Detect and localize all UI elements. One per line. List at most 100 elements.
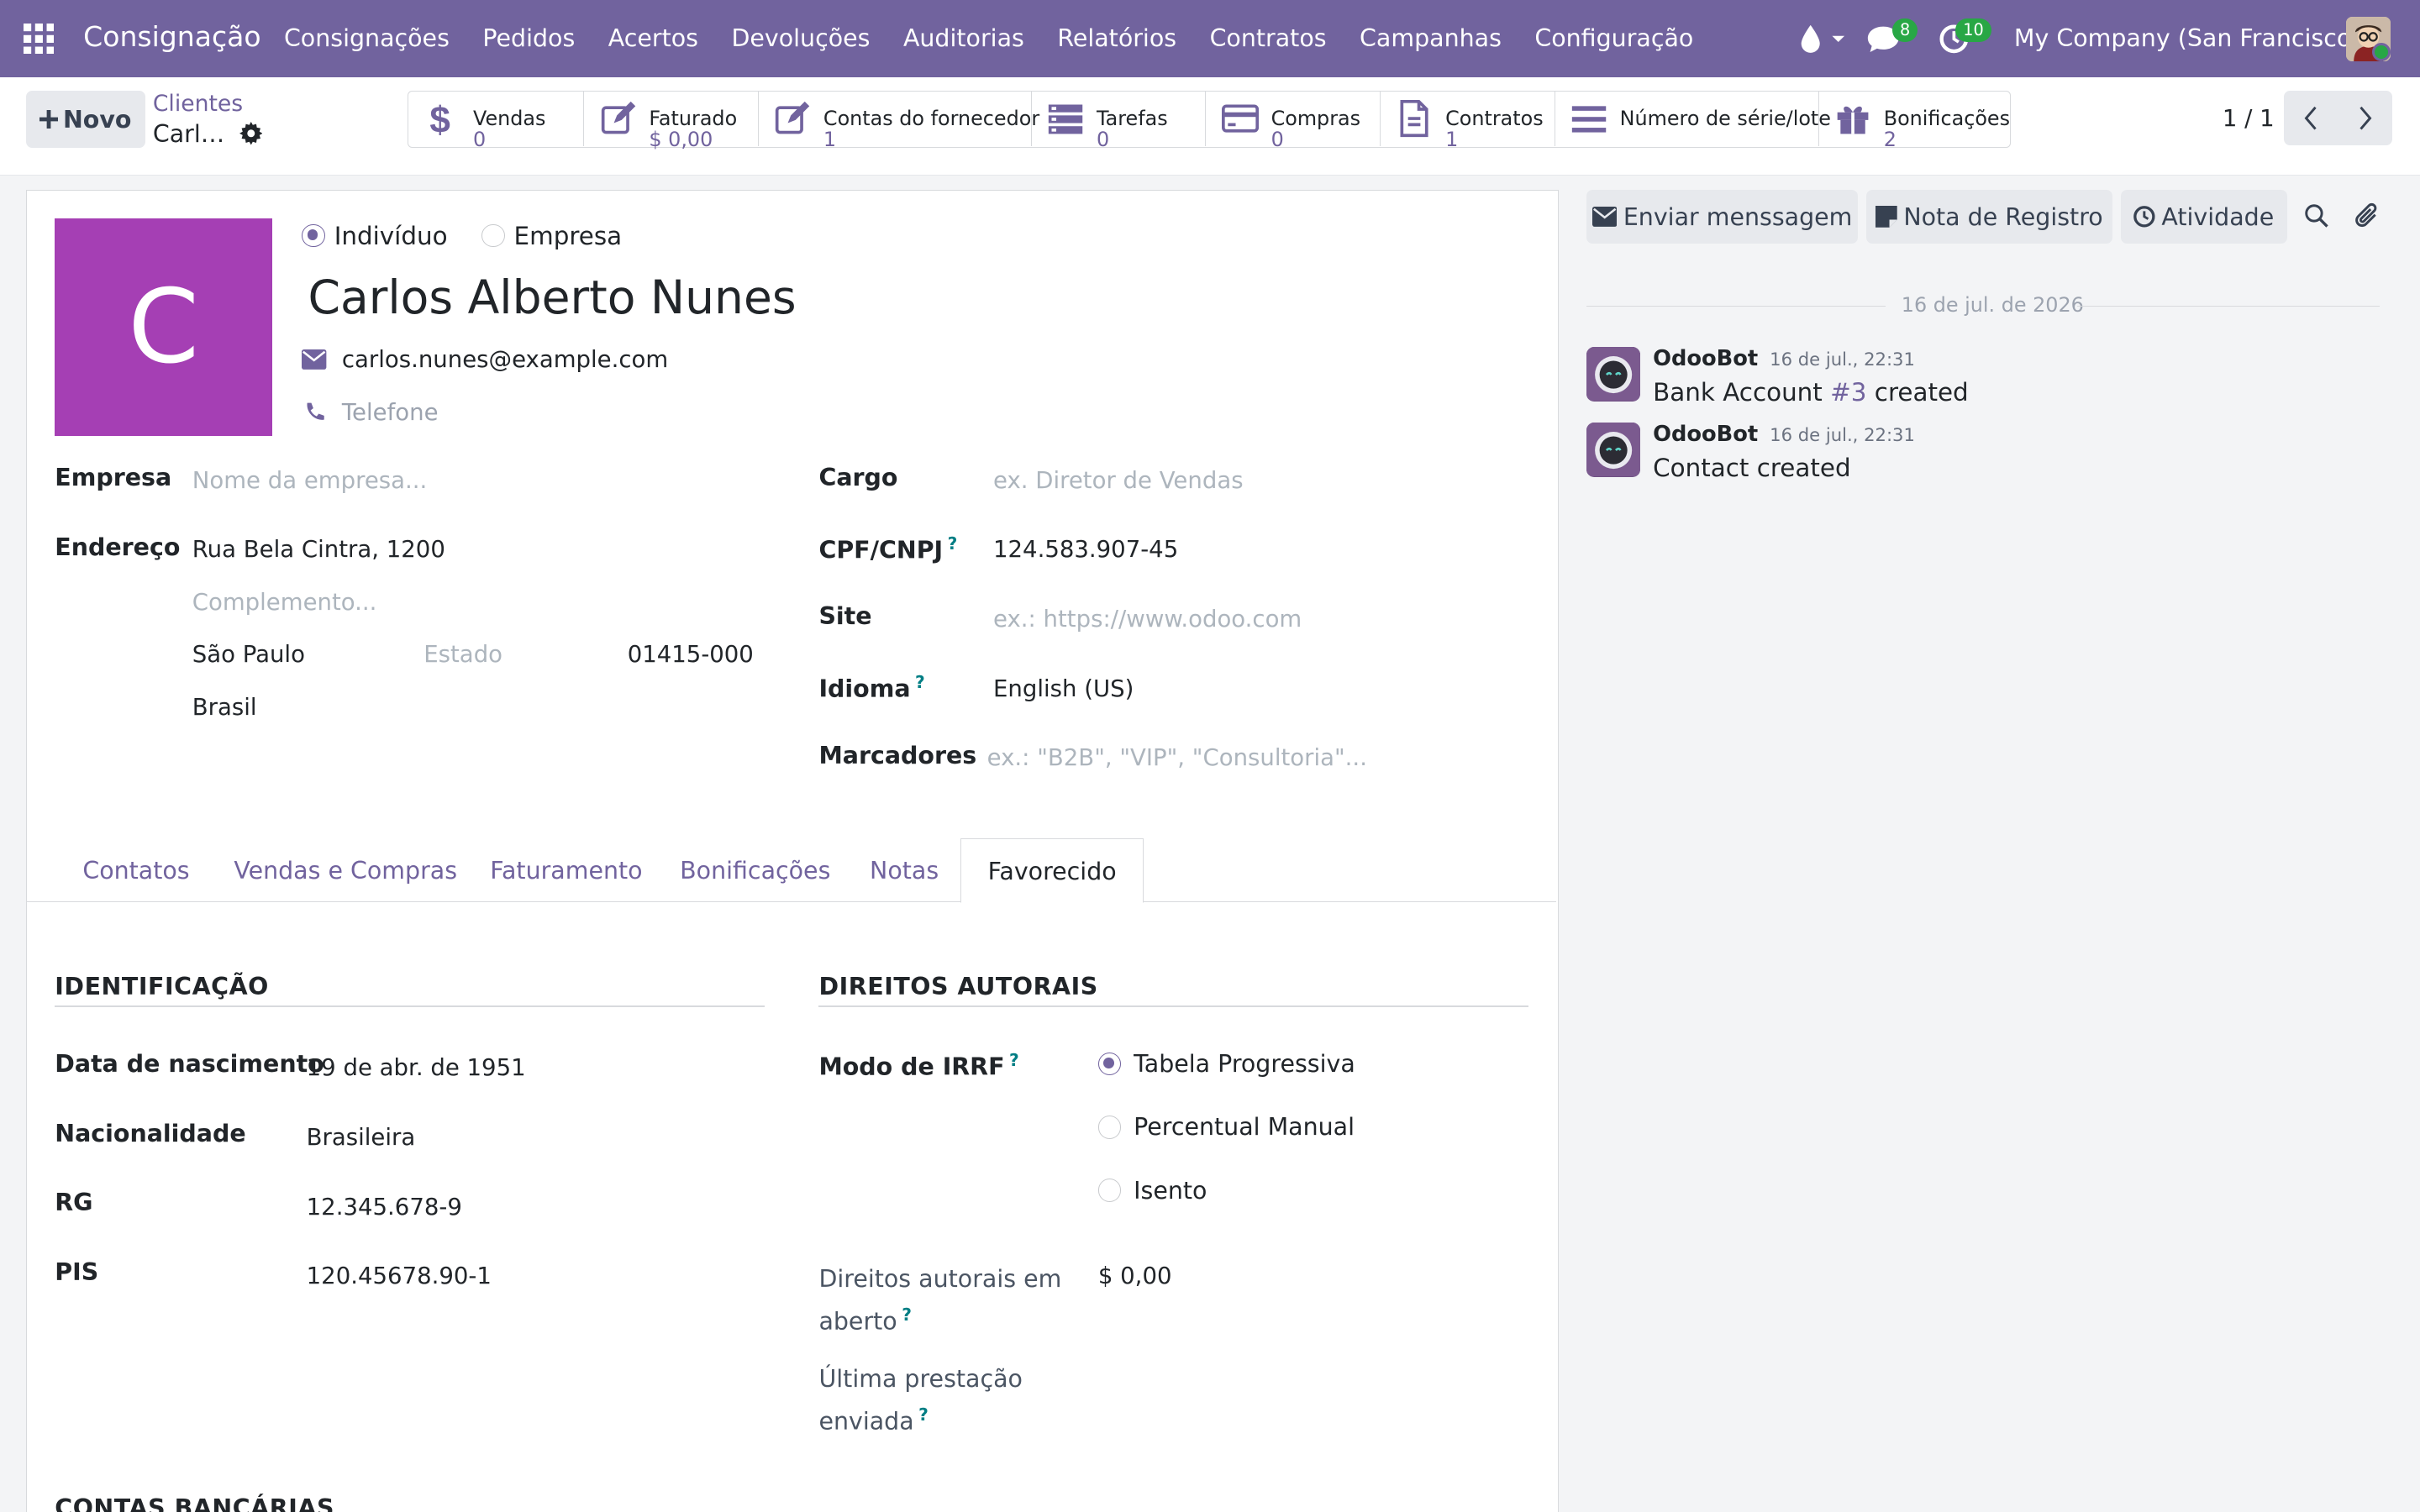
stat-button-contratos[interactable]: Contratos 1 (1381, 92, 1555, 150)
company-switcher[interactable]: My Company (San Francisco) (2014, 24, 2361, 52)
lang-select[interactable]: English (US) (993, 675, 1134, 702)
irrf-option-percentual[interactable]: Percentual Manual (1097, 1113, 1355, 1141)
phone-field[interactable]: Telefone (342, 399, 439, 426)
search-icon[interactable] (2304, 203, 2328, 228)
edit-icon (774, 100, 811, 137)
irrf-option-isento[interactable]: Isento (1097, 1177, 1207, 1205)
zip-input[interactable]: 01415-000 (628, 641, 754, 668)
message-header: OdooBot 16 de jul., 22:31 (1653, 345, 1915, 371)
menu-contratos[interactable]: Contratos (1210, 24, 1327, 52)
menu-devolucoes[interactable]: Devoluções (731, 24, 870, 52)
lang-label: Idioma? (818, 671, 925, 703)
street2-input[interactable]: Complemento... (192, 589, 377, 616)
main-menu: Consignações Pedidos Acertos Devoluções … (284, 24, 1693, 52)
radio-company-label[interactable]: Empresa (514, 222, 623, 250)
nationality-input[interactable]: Brasileira (307, 1124, 416, 1151)
irrf-option-progressiva[interactable]: Tabela Progressiva (1097, 1050, 1355, 1078)
help-tooltip-icon[interactable]: ? (1009, 1050, 1019, 1070)
pager-value[interactable]: 1 / 1 (2223, 105, 2275, 132)
stat-button-tarefas[interactable]: Tarefas 0 (1032, 92, 1207, 150)
city-input[interactable]: São Paulo (192, 641, 305, 668)
gear-icon[interactable] (239, 122, 263, 145)
paperclip-icon[interactable] (2354, 202, 2381, 230)
help-tooltip-icon[interactable]: ? (915, 672, 925, 692)
tab-vendas-compras[interactable]: Vendas e Compras (234, 857, 457, 885)
contact-avatar[interactable]: C (55, 218, 273, 436)
menu-campanhas[interactable]: Campanhas (1360, 24, 1502, 52)
rg-input[interactable]: 12.345.678-9 (307, 1194, 462, 1221)
new-button[interactable]: Novo (26, 91, 145, 149)
phone-row: Telefone (302, 399, 439, 426)
dollar-icon: $ (424, 100, 460, 137)
help-tooltip-icon[interactable]: ? (948, 533, 958, 554)
section-title-direitos-autorais: DIREITOS AUTORAIS (818, 973, 1098, 1001)
tab-contatos[interactable]: Contatos (82, 857, 189, 885)
company-input[interactable]: Nome da empresa... (192, 467, 428, 494)
street-input[interactable]: Rua Bela Cintra, 1200 (192, 536, 445, 563)
rg-label: RG (55, 1189, 93, 1217)
activity-button[interactable]: Atividade (2120, 189, 2287, 244)
odoobot-avatar (1586, 423, 1641, 477)
radio-percentual[interactable] (1097, 1115, 1122, 1139)
chevron-right-icon (2356, 106, 2375, 130)
menu-auditorias[interactable]: Auditorias (903, 24, 1024, 52)
pager-next-button[interactable] (2338, 91, 2392, 145)
stat-button-bonificacoes[interactable]: Bonificações 2 (1819, 92, 2011, 150)
state-input[interactable]: Estado (424, 641, 502, 668)
email-field[interactable]: carlos.nunes@example.com (342, 346, 668, 373)
birthdate-input[interactable]: 19 de abr. de 1951 (307, 1054, 526, 1081)
nationality-label: Nacionalidade (55, 1119, 246, 1147)
send-message-button[interactable]: Enviar menssagem (1586, 189, 1859, 244)
app-brand[interactable]: Consignação (83, 20, 260, 53)
app-grid-icon[interactable] (23, 23, 55, 55)
date-separator: 16 de jul. de 2026 (1901, 292, 2084, 317)
menu-acertos[interactable]: Acertos (608, 24, 698, 52)
menu-consignacoes[interactable]: Consignações (284, 24, 450, 52)
debug-drop-icon[interactable] (1798, 24, 1848, 55)
help-tooltip-icon[interactable]: ? (902, 1305, 912, 1325)
radio-progressiva[interactable] (1097, 1052, 1122, 1076)
notebook-tabs: Contatos Vendas e Compras Faturamento Bo… (27, 838, 1557, 904)
help-tooltip-icon[interactable]: ? (918, 1404, 929, 1425)
site-input[interactable]: ex.: https://www.odoo.com (993, 606, 1302, 633)
message-body: Contact created (1653, 453, 1851, 482)
bank-account-link[interactable]: #3 (1830, 378, 1866, 407)
pager-previous-button[interactable] (2284, 91, 2338, 145)
tab-faturamento[interactable]: Faturamento (490, 857, 642, 885)
stat-button-numero-serie[interactable]: Número de série/lote (1555, 92, 1831, 146)
job-input[interactable]: ex. Diretor de Vendas (993, 467, 1244, 494)
tab-bonificacoes[interactable]: Bonificações (680, 857, 830, 885)
vat-input[interactable]: 124.583.907-45 (993, 536, 1178, 563)
tab-notas[interactable]: Notas (870, 857, 939, 885)
breadcrumb-parent[interactable]: Clientes (153, 91, 243, 117)
open-rights-label: Direitos autorais em aberto? (818, 1264, 1062, 1336)
log-note-button[interactable]: Nota de Registro (1865, 189, 2113, 244)
radio-company[interactable] (481, 223, 505, 248)
message-author[interactable]: OdooBot (1653, 422, 1758, 447)
messages-badge: 8 (1891, 18, 1918, 42)
pis-input[interactable]: 120.45678.90-1 (307, 1263, 492, 1289)
stat-button-compras[interactable]: Compras 0 (1206, 92, 1381, 150)
message-time: 16 de jul., 22:31 (1770, 424, 1915, 446)
birthdate-label: Data de nascimento (55, 1049, 324, 1078)
breadcrumb-current: Carl… (152, 120, 225, 149)
tags-label: Marcadores (818, 741, 977, 769)
stat-button-faturado[interactable]: Faturado $ 0,00 (584, 92, 759, 150)
job-label: Cargo (818, 464, 898, 491)
menu-relatorios[interactable]: Relatórios (1057, 24, 1176, 52)
phone-icon (302, 402, 326, 423)
tab-favorecido[interactable]: Favorecido (960, 838, 1144, 904)
radio-individual-label[interactable]: Indivíduo (334, 222, 448, 250)
activities-badge: 10 (1955, 18, 1991, 42)
message-author[interactable]: OdooBot (1653, 346, 1758, 371)
country-input[interactable]: Brasil (192, 694, 257, 721)
stat-button-contas-fornecedor[interactable]: Contas do fornecedor 1 (759, 92, 1039, 150)
menu-configuracao[interactable]: Configuração (1534, 24, 1693, 52)
tags-input[interactable]: ex.: "B2B", "VIP", "Consultoria"... (987, 744, 1367, 771)
radio-individual[interactable] (302, 223, 325, 248)
section-divider (818, 1005, 1529, 1007)
menu-pedidos[interactable]: Pedidos (482, 24, 575, 52)
stat-button-vendas[interactable]: $ Vendas 0 (408, 92, 585, 150)
radio-isento[interactable] (1097, 1179, 1122, 1202)
contact-name-field[interactable]: Carlos Alberto Nunes (308, 270, 796, 324)
